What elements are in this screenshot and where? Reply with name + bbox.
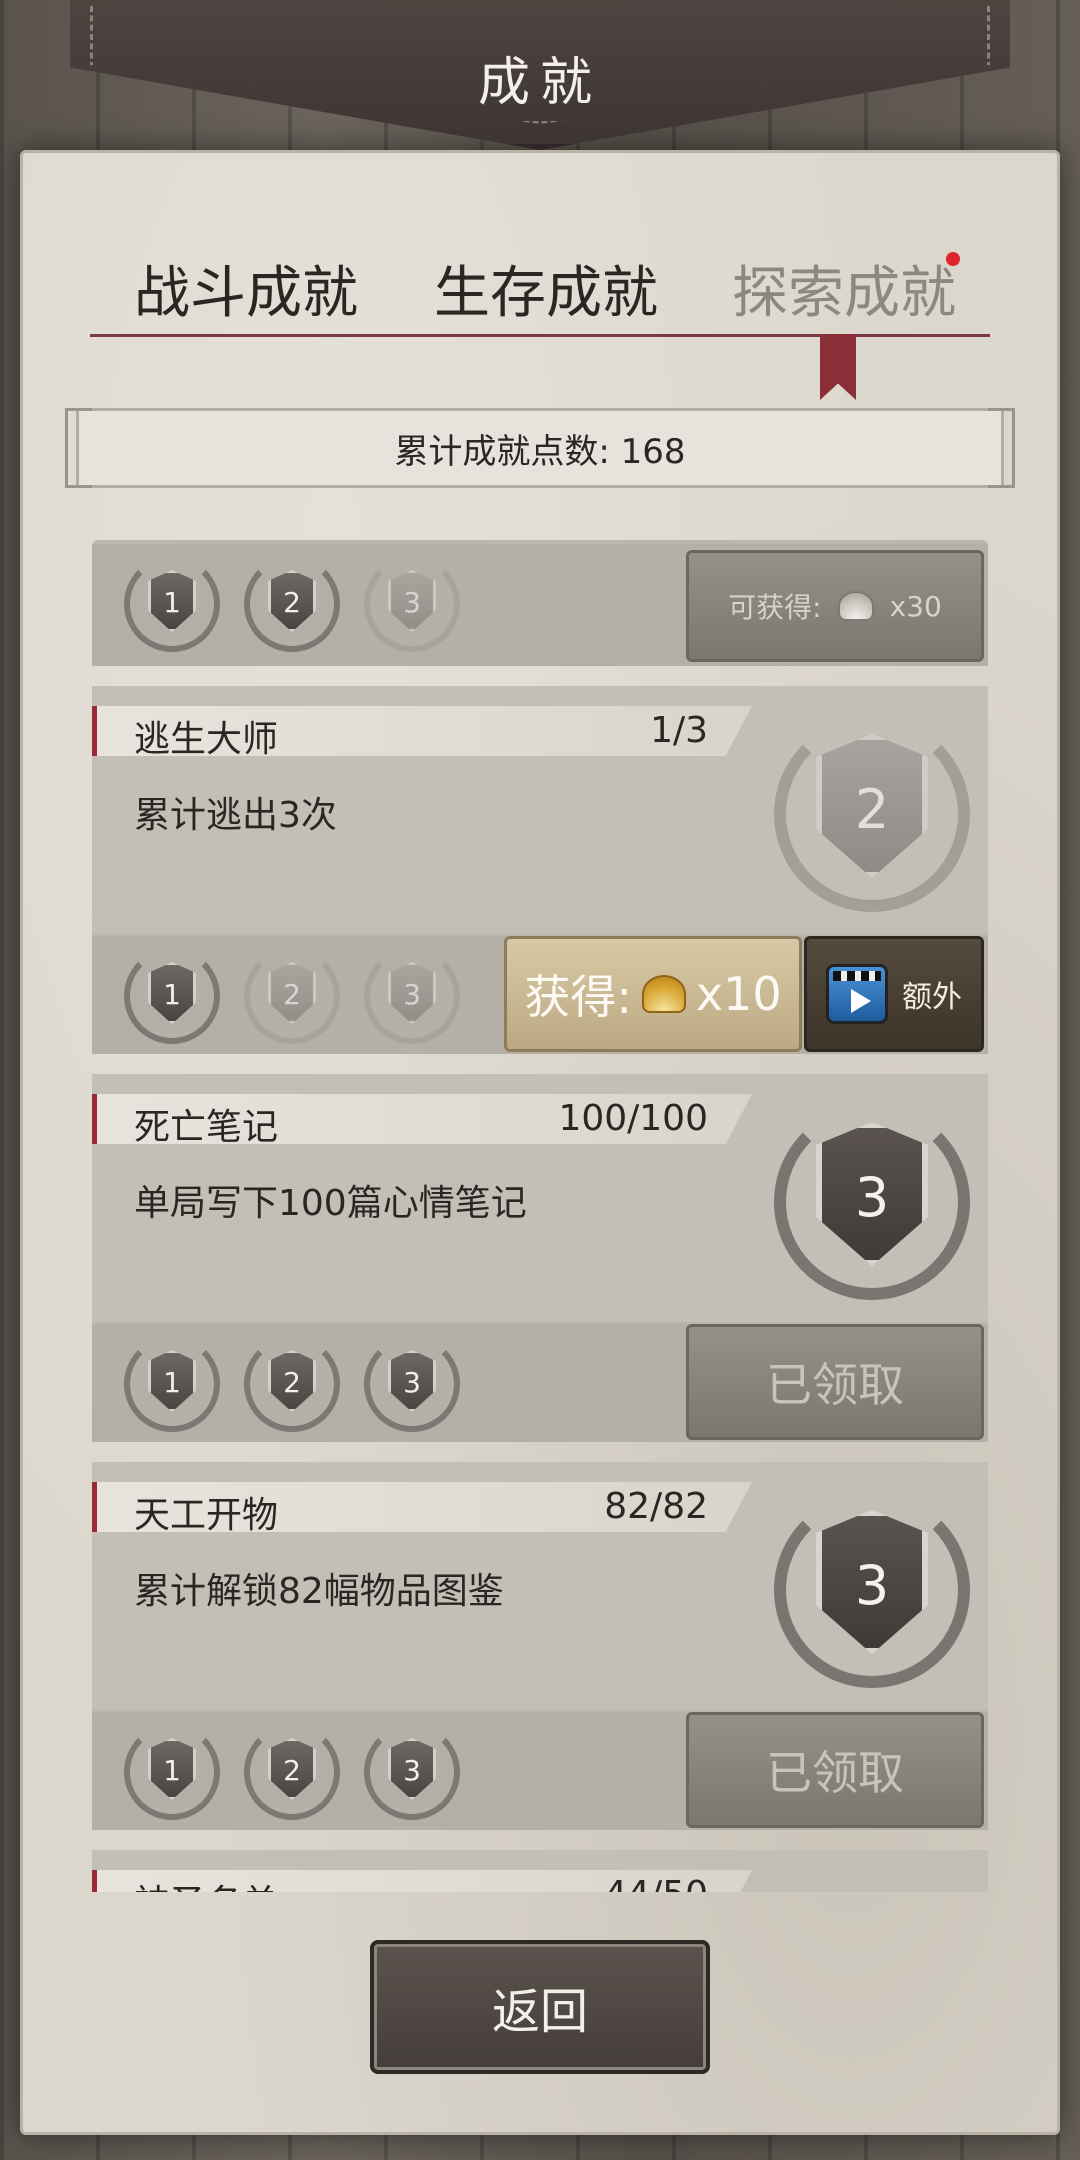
achievement-points-label: 累计成就点数: 168	[394, 431, 686, 472]
claim-reward-button[interactable]: 获得: x10	[504, 936, 802, 1052]
achievement-card: 1 2 3 可获得: x30	[92, 540, 988, 666]
achievement-progress: 1/3	[650, 710, 708, 751]
page-title: 成就	[477, 53, 602, 113]
reward-preview-button[interactable]: 可获得: x30	[686, 550, 984, 662]
tab-explore[interactable]: 探索成就	[732, 248, 956, 329]
achievement-progress: 82/82	[604, 1486, 708, 1527]
achievement-card: 神圣名单 44/50	[92, 1850, 988, 1892]
achievement-progress: 44/50	[604, 1874, 708, 1892]
watch-video-extra-button[interactable]: 额外	[804, 936, 984, 1052]
video-clapper-icon	[826, 964, 888, 1024]
current-medal-icon: 3	[774, 1104, 970, 1300]
achievement-name: 天工开物	[134, 1495, 279, 1536]
medal-tier-2: 2	[244, 556, 340, 652]
medal-tier-1: 1	[124, 1336, 220, 1432]
medal-tier-1: 1	[124, 1724, 220, 1820]
shell-icon	[641, 975, 686, 1013]
achievement-card: 逃生大师 1/3 累计逃出3次 2 1 2 3 获得: x10 额外	[92, 686, 988, 1054]
achievement-progress: 100/100	[558, 1098, 708, 1139]
notification-dot-icon	[946, 252, 960, 266]
medal-tier-1: 1	[124, 556, 220, 652]
achievement-points-bar: 累计成就点数: 168	[65, 408, 1015, 488]
medal-tier-3: 3	[364, 1724, 460, 1820]
medal-tier-2: 2	[244, 948, 340, 1044]
back-button[interactable]: 返回	[370, 1940, 710, 2074]
claimed-button[interactable]: 已领取	[686, 1712, 984, 1828]
achievement-description: 累计逃出3次	[134, 795, 337, 836]
medal-tier-2: 2	[244, 1724, 340, 1820]
achievement-description: 累计解锁82幅物品图鉴	[134, 1571, 504, 1612]
achievement-name: 逃生大师	[134, 719, 279, 760]
medal-tier-3: 3	[364, 1336, 460, 1432]
tab-combat[interactable]: 战斗成就	[134, 248, 358, 329]
current-medal-icon: 3	[774, 1492, 970, 1688]
claimed-button[interactable]: 已领取	[686, 1324, 984, 1440]
current-medal-icon: 2	[774, 716, 970, 912]
achievement-description: 单局写下100篇心情笔记	[134, 1183, 527, 1224]
achievement-card: 死亡笔记 100/100 单局写下100篇心情笔记 3 1 2 3 已领取	[92, 1074, 988, 1442]
medal-tier-1: 1	[124, 948, 220, 1044]
medal-tier-3: 3	[364, 556, 460, 652]
achievement-card: 天工开物 82/82 累计解锁82幅物品图鉴 3 1 2 3 已领取	[92, 1462, 988, 1830]
achievement-name: 死亡笔记	[134, 1107, 279, 1148]
achievement-name: 神圣名单	[134, 1874, 278, 1892]
medal-tier-3: 3	[364, 948, 460, 1044]
tab-survival[interactable]: 生存成就	[434, 248, 658, 329]
medal-tier-2: 2	[244, 1336, 340, 1432]
achievement-list[interactable]: 1 2 3 可获得: x30 逃生大师 1/3 累计逃出3次 2 1 2 3 获…	[92, 540, 988, 1892]
shell-icon	[837, 591, 874, 621]
